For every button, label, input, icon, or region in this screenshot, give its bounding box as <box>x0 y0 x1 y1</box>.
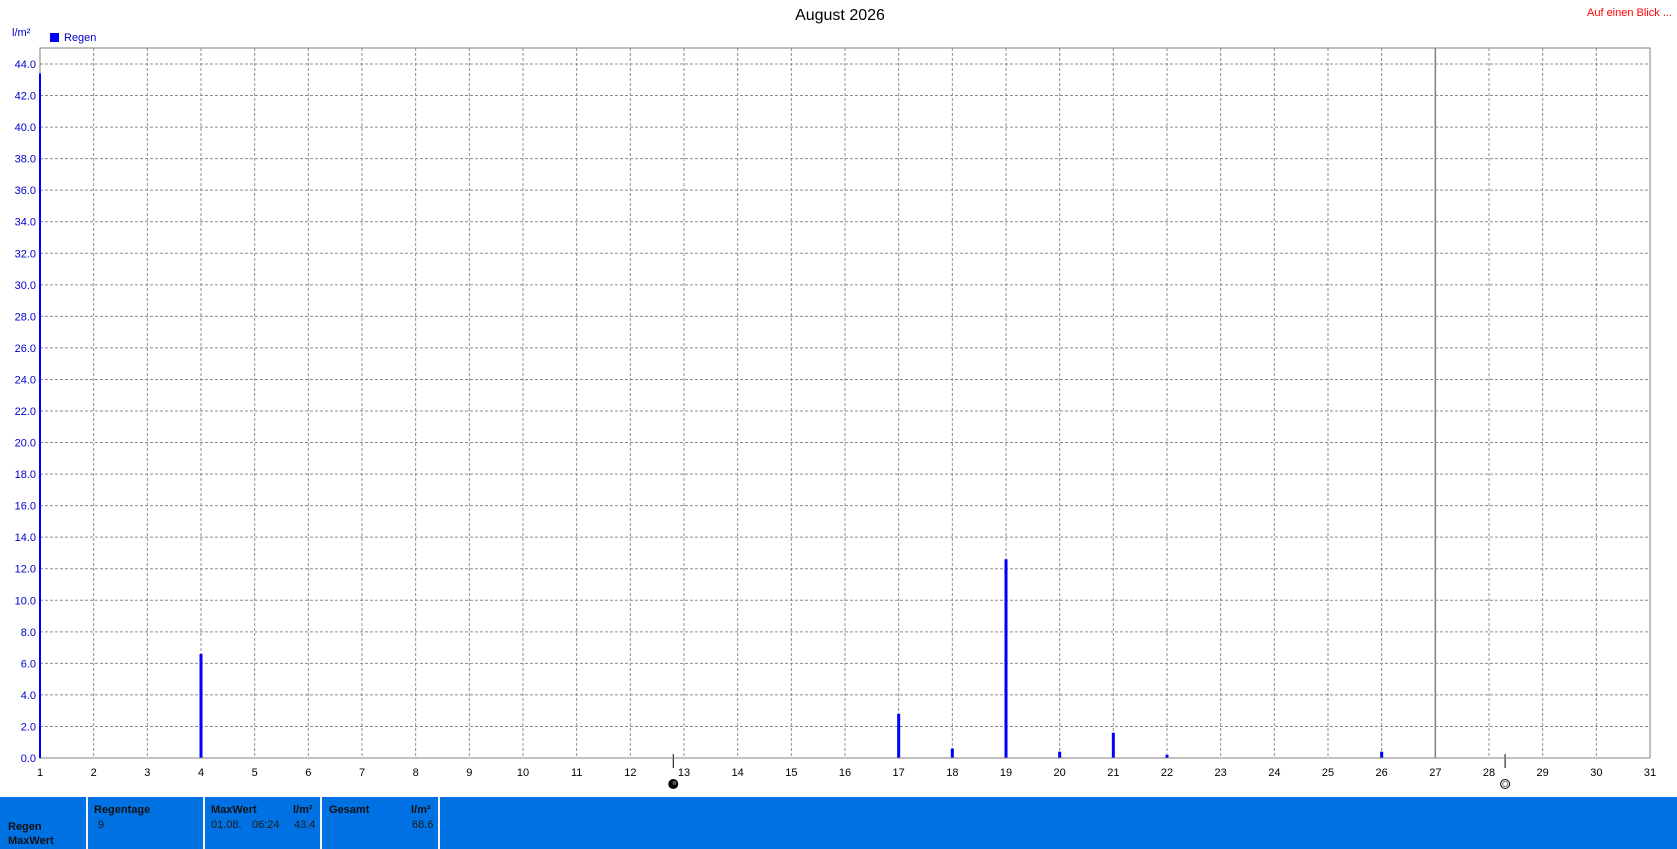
rain-bar <box>1058 751 1062 758</box>
x-tick-label: 8 <box>413 767 419 779</box>
regentage-label: Regentage <box>94 804 151 816</box>
y-tick-label: 4.0 <box>21 690 36 702</box>
x-tick-label: 28 <box>1483 767 1495 779</box>
summary-separator <box>86 797 88 849</box>
y-tick-label: 6.0 <box>21 658 36 670</box>
y-tick-label: 32.0 <box>15 248 36 260</box>
x-tick-label: 19 <box>1000 767 1012 779</box>
maxwert-time: 06:24 <box>252 819 280 831</box>
y-tick-label: 2.0 <box>21 721 36 733</box>
y-tick-label: 28.0 <box>15 311 36 323</box>
y-tick-label: 36.0 <box>15 185 36 197</box>
y-tick-label: 30.0 <box>15 280 36 292</box>
y-tick-label: 14.0 <box>15 532 36 544</box>
y-tick-label: 42.0 <box>15 91 36 103</box>
y-tick-label: 38.0 <box>15 154 36 166</box>
x-tick-label: 15 <box>785 767 797 779</box>
y-tick-label: 26.0 <box>15 343 36 355</box>
maxwert-unit: l/m² <box>293 804 313 816</box>
summary-separator <box>320 797 322 849</box>
y-tick-label: 24.0 <box>15 374 36 386</box>
x-tick-label: 26 <box>1376 767 1388 779</box>
x-tick-label: 31 <box>1644 767 1656 779</box>
x-tick-label: 2 <box>91 767 97 779</box>
x-tick-label: 22 <box>1161 767 1173 779</box>
x-tick-label: 21 <box>1107 767 1119 779</box>
row-label-maxwert: MaxWert <box>8 835 54 847</box>
x-tick-label: 9 <box>466 767 472 779</box>
rain-bar <box>950 748 954 758</box>
y-tick-label: 16.0 <box>15 501 36 513</box>
gesamt-unit: l/m² <box>411 804 431 816</box>
x-tick-label: 23 <box>1215 767 1227 779</box>
regentage-value: 9 <box>98 819 105 831</box>
overview-link[interactable]: Auf einen Blick ... <box>1587 7 1672 19</box>
maxwert-value: 43.4 <box>294 819 316 831</box>
chart-title: August 2026 <box>795 7 885 24</box>
x-tick-label: 7 <box>359 767 365 779</box>
new-moon-icon <box>1500 779 1511 789</box>
x-tick-label: 1 <box>37 767 43 779</box>
x-tick-label: 17 <box>893 767 905 779</box>
y-tick-label: 22.0 <box>15 406 36 418</box>
legend-swatch-icon <box>50 33 59 42</box>
x-tick-label: 24 <box>1268 767 1280 779</box>
y-tick-label: 10.0 <box>15 595 36 607</box>
rain-chart: August 2026 Auf einen Blick ... l/m² Reg… <box>12 7 1672 789</box>
y-tick-label: 34.0 <box>15 217 36 229</box>
gesamt-label: Gesamt <box>329 804 370 816</box>
rain-bar <box>199 653 203 758</box>
x-tick-label: 11 <box>571 767 582 779</box>
y-tick-label: 18.0 <box>15 469 36 481</box>
x-tick-label: 18 <box>946 767 958 779</box>
rain-bar <box>1111 732 1115 758</box>
x-tick-label: 12 <box>624 767 636 779</box>
y-tick-label: 12.0 <box>15 564 36 576</box>
summary-bar: Regen MaxWert Regentage 9 MaxWert l/m² 0… <box>0 797 1677 849</box>
x-tick-label: 3 <box>144 767 150 779</box>
x-tick-label: 25 <box>1322 767 1334 779</box>
rain-bar <box>897 713 901 758</box>
maxwert-date: 01.08. <box>211 819 242 831</box>
x-tick-label: 13 <box>678 767 690 779</box>
x-tick-label: 6 <box>305 767 311 779</box>
x-tick-label: 4 <box>198 767 204 779</box>
x-tick-label: 30 <box>1590 767 1602 779</box>
y-tick-label: 40.0 <box>15 122 36 134</box>
moon-shade <box>672 781 677 785</box>
maxwert-label: MaxWert <box>211 804 257 816</box>
y-tick-label: 0.0 <box>21 753 36 765</box>
summary-separator <box>438 797 440 849</box>
x-tick-label: 10 <box>517 767 529 779</box>
y-tick-label: 20.0 <box>15 438 36 450</box>
gesamt-value: 68.6 <box>412 819 434 831</box>
x-tick-label: 29 <box>1537 767 1549 779</box>
rain-bar <box>1380 751 1384 758</box>
y-axis-unit: l/m² <box>12 27 31 39</box>
legend-label-regen: Regen <box>64 32 96 44</box>
y-tick-label: 8.0 <box>21 627 36 639</box>
x-tick-label: 5 <box>252 767 258 779</box>
rain-bar <box>1004 559 1008 758</box>
summary-separator <box>203 797 205 849</box>
row-label-regen: Regen <box>8 821 42 833</box>
x-tick-label: 27 <box>1429 767 1441 779</box>
x-tick-label: 20 <box>1054 767 1066 779</box>
y-tick-label: 44.0 <box>15 59 36 71</box>
x-tick-label: 16 <box>839 767 851 779</box>
x-tick-label: 14 <box>732 767 744 779</box>
